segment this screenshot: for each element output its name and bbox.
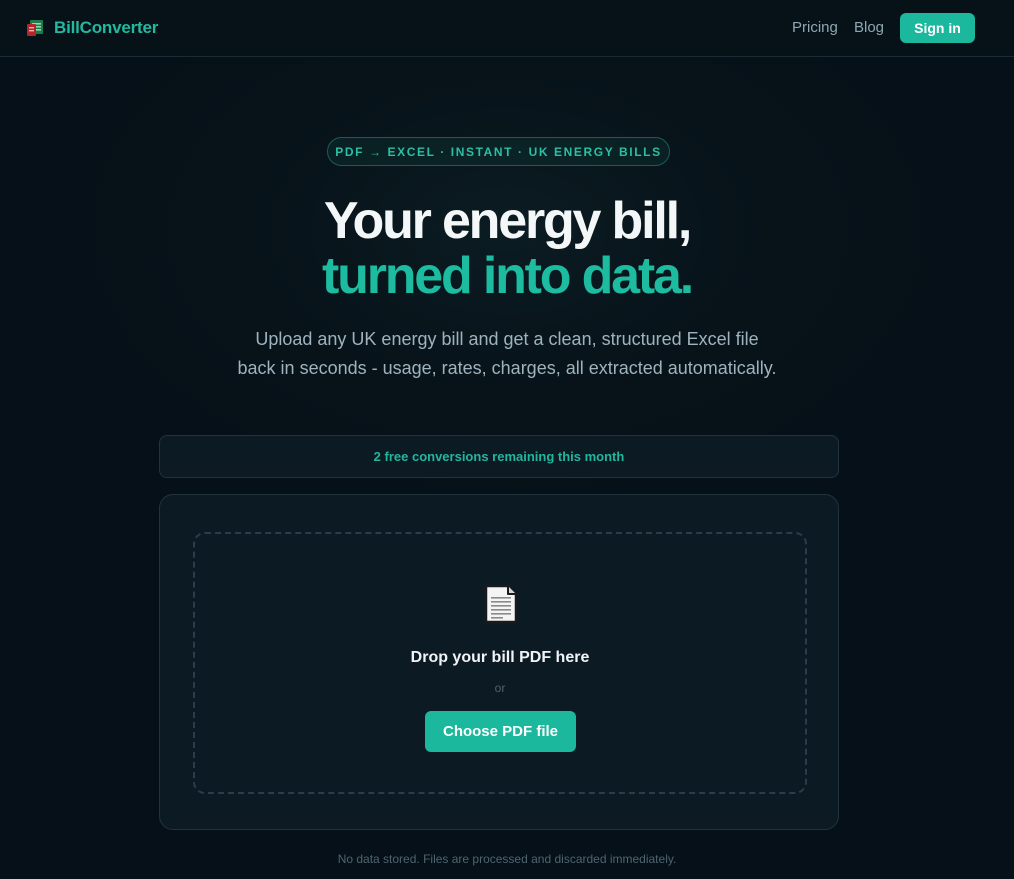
choose-pdf-button[interactable]: Choose PDF file [425, 711, 576, 752]
sign-in-button[interactable]: Sign in [900, 13, 975, 43]
feature-pill: PDF → EXCEL · INSTANT · UK ENERGY BILLS [327, 137, 670, 166]
hero-title-line-2: turned into data. [322, 247, 694, 305]
brand-logo[interactable]: BillConverter [27, 17, 158, 39]
upload-card: Drop your bill PDF here or Choose PDF fi… [159, 494, 839, 830]
nav-link-pricing[interactable]: Pricing [792, 19, 838, 36]
dropzone-or-label: or [494, 681, 506, 695]
page: BillConverter Pricing Blog Sign in PDF →… [0, 0, 1014, 879]
spreadsheet-icon [27, 19, 45, 37]
free-conversions-banner: 2 free conversions remaining this month [159, 435, 839, 478]
brand-name: BillConverter [54, 18, 159, 37]
document-icon [484, 584, 518, 624]
hero-subtitle: Upload any UK energy bill and get a clea… [237, 329, 777, 378]
free-conversions-text: 2 free conversions remaining this month [373, 449, 625, 464]
hero-title-line-1: Your energy bill, [323, 192, 692, 250]
dropzone-title: Drop your bill PDF here [410, 649, 590, 666]
nav-link-blog[interactable]: Blog [854, 19, 884, 36]
privacy-note: No data stored. Files are processed and … [337, 852, 677, 866]
pdf-dropzone[interactable]: Drop your bill PDF here or Choose PDF fi… [193, 532, 807, 794]
top-nav-bar: BillConverter Pricing Blog Sign in [0, 0, 1014, 57]
